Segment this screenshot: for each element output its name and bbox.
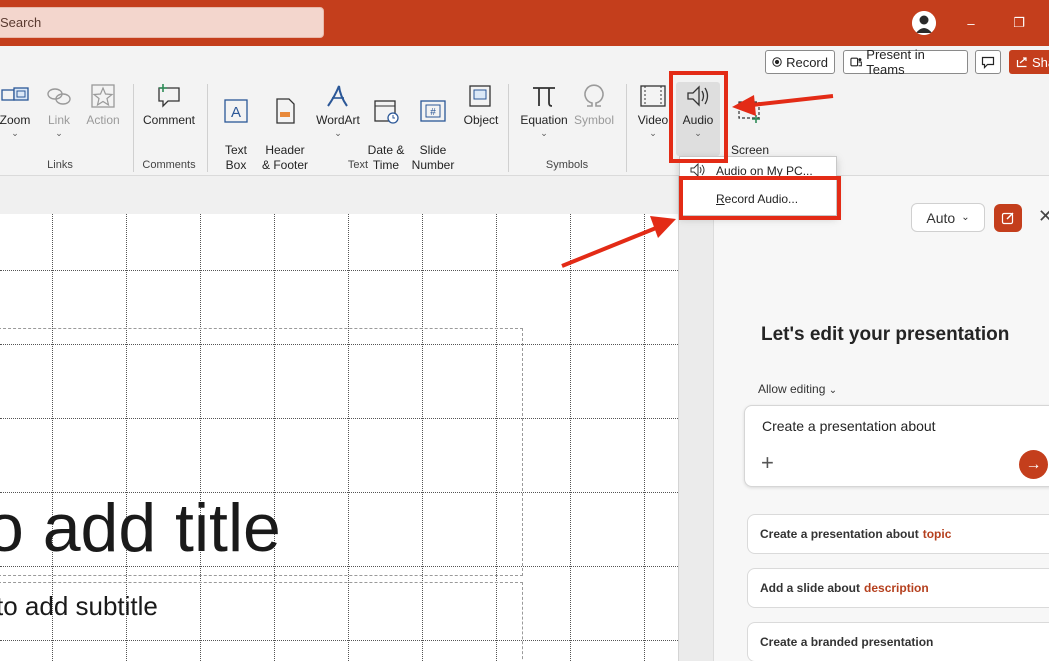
- group-label-comments: Comments: [142, 159, 196, 171]
- slide-title-text[interactable]: o add title: [0, 488, 281, 568]
- comments-pane-button[interactable]: [975, 50, 1001, 74]
- chevron-down-icon: ⌄: [334, 128, 342, 138]
- chevron-down-icon: ⌄: [55, 128, 63, 138]
- action-button[interactable]: Action: [83, 82, 123, 128]
- wordart-icon: [327, 85, 348, 107]
- group-divider: [207, 84, 208, 172]
- share-icon: [1016, 57, 1027, 68]
- grid-line-vertical: [570, 214, 571, 661]
- minimize-icon: –: [967, 15, 975, 31]
- command-bar: Record Present in Teams Sha: [0, 46, 1049, 78]
- group-divider: [508, 84, 509, 172]
- header-footer-icon: [276, 98, 295, 124]
- annotation-arrows: [561, 94, 834, 268]
- text-box-icon: A: [224, 99, 248, 123]
- grid-line-vertical: [644, 214, 645, 661]
- suggestion-highlight: description: [864, 581, 929, 595]
- share-button[interactable]: Sha: [1009, 50, 1049, 74]
- suggestion-card[interactable]: Add a slide about description: [747, 568, 1049, 608]
- comment-button[interactable]: Comment: [140, 82, 198, 128]
- suggestion-text: Create a branded presentation: [760, 635, 934, 649]
- allow-editing-dropdown[interactable]: Allow editing ⌄: [758, 382, 837, 396]
- action-star-icon: [91, 84, 115, 108]
- share-label: Sha: [1032, 54, 1049, 70]
- chevron-down-icon: ⌄: [828, 385, 838, 396]
- group-label-text: Text: [347, 159, 369, 171]
- zoom-button[interactable]: Zoom ⌄: [0, 82, 32, 138]
- mode-dropdown[interactable]: Auto ⌄: [911, 203, 985, 232]
- link-icon: [47, 88, 71, 105]
- group-label-links: Links: [47, 159, 73, 171]
- mode-label: Auto: [926, 209, 956, 226]
- user-avatar[interactable]: [912, 11, 936, 35]
- present-in-teams-label: Present in Teams: [866, 47, 925, 77]
- action-label: Action: [86, 113, 120, 127]
- close-icon[interactable]: ✕: [1038, 206, 1049, 227]
- date-time-icon: [374, 100, 399, 124]
- chevron-down-icon: ⌄: [961, 212, 970, 223]
- send-button[interactable]: →: [1019, 450, 1048, 479]
- slide-subtitle-text[interactable]: to add subtitle: [0, 590, 158, 622]
- comment-label: Comment: [142, 113, 195, 127]
- suggestion-card[interactable]: Create a branded presentation: [747, 622, 1049, 661]
- object-button[interactable]: Object: [460, 82, 502, 128]
- prompt-text[interactable]: Create a presentation about: [762, 418, 936, 434]
- suggestion-card[interactable]: Create a presentation about topic: [747, 514, 1049, 554]
- avatar-icon: [912, 11, 936, 35]
- new-chat-button[interactable]: [994, 204, 1022, 232]
- object-icon: [469, 85, 491, 107]
- record-icon: [772, 57, 782, 67]
- minimize-button[interactable]: –: [956, 8, 986, 38]
- search-placeholder: Search: [0, 15, 42, 30]
- link-button[interactable]: Link ⌄: [44, 82, 74, 138]
- copilot-heading: Let's edit your presentation: [761, 324, 1010, 345]
- record-label: Record: [786, 54, 828, 70]
- ribbon-insert: Zoom ⌄ Link ⌄ Action Links Comment Comme…: [0, 78, 1049, 176]
- present-in-teams-button[interactable]: Present in Teams: [843, 47, 968, 77]
- zoom-icon: [1, 87, 29, 101]
- group-divider: [133, 84, 134, 172]
- wordart-label: WordArt: [316, 113, 360, 127]
- record-button[interactable]: Record: [765, 50, 835, 74]
- comment-icon: [158, 84, 180, 108]
- suggestion-highlight: topic: [922, 527, 952, 541]
- svg-text:A: A: [231, 104, 241, 121]
- teams-icon: [850, 57, 862, 67]
- restore-button[interactable]: ❐: [1004, 8, 1034, 38]
- slide-number-icon: #: [420, 100, 446, 122]
- zoom-label: Zoom: [0, 113, 31, 127]
- allow-editing-label: Allow editing: [758, 382, 826, 396]
- title-bar: Search – ❐: [0, 0, 1049, 46]
- speech-bubble-icon: [981, 56, 995, 69]
- arrow-right-icon: →: [1025, 455, 1042, 473]
- object-label: Object: [463, 113, 499, 127]
- restore-icon: ❐: [1013, 15, 1025, 30]
- wordart-button[interactable]: WordArt ⌄: [313, 82, 363, 138]
- add-icon[interactable]: +: [761, 451, 774, 475]
- suggestion-text: Add a slide about: [760, 581, 861, 595]
- svg-text:#: #: [430, 107, 436, 118]
- link-label: Link: [47, 113, 70, 127]
- suggestion-text: Create a presentation about: [760, 527, 919, 541]
- compose-icon: [1001, 212, 1014, 225]
- chevron-down-icon: ⌄: [11, 128, 19, 138]
- search-box[interactable]: Search: [0, 7, 324, 38]
